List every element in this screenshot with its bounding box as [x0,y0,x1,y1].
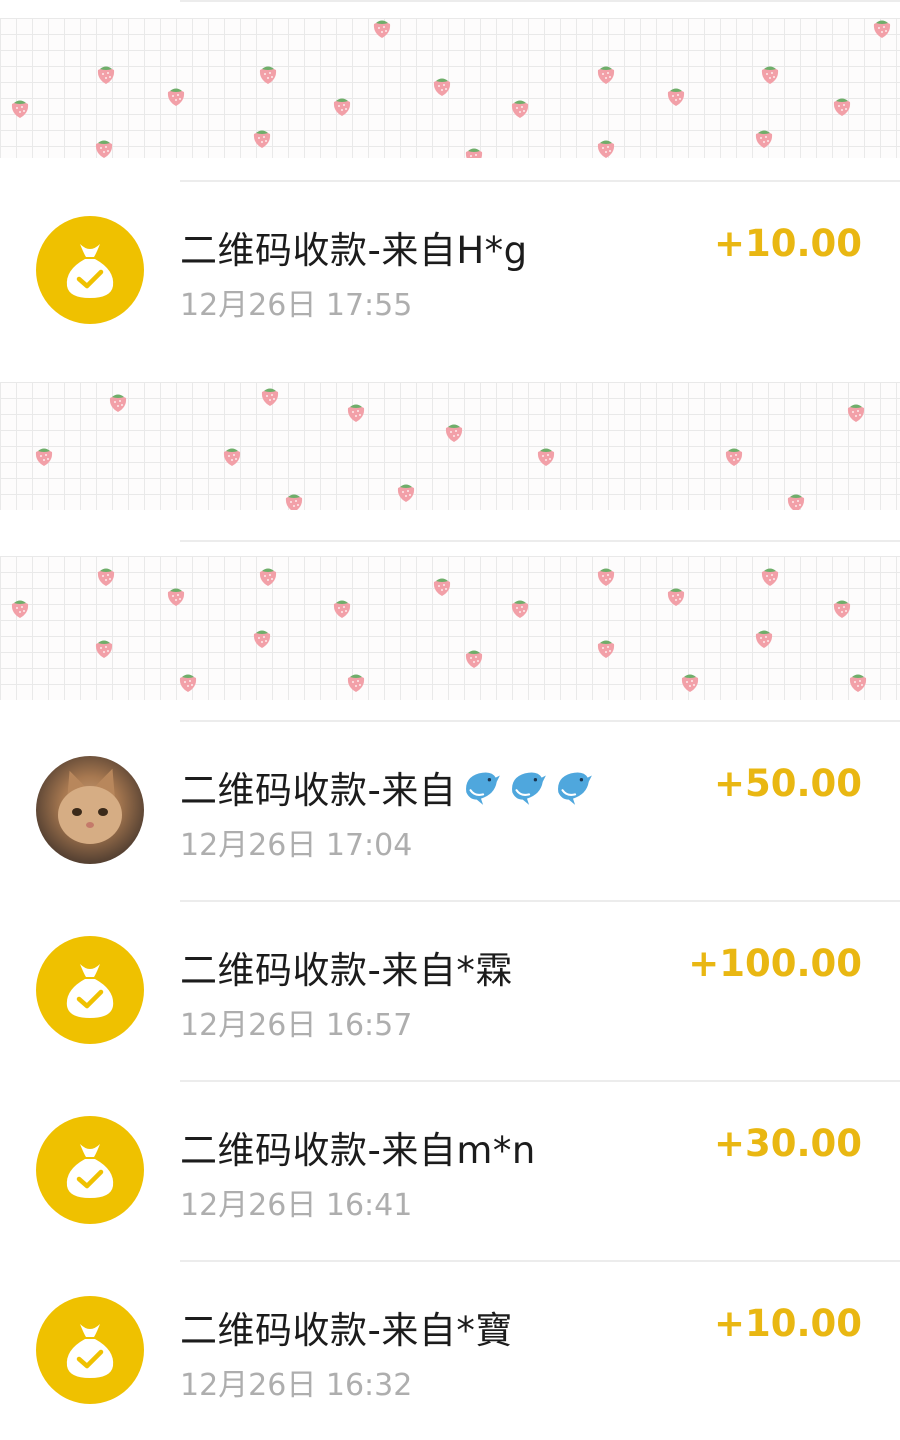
transaction-row[interactable]: 二维码收款-来自*霖 12月26日 16:57 +100.00 [0,900,900,1080]
transaction-title: 二维码收款-来自H*g [180,229,528,272]
transaction-row[interactable]: 二维码收款-来自m*n 12月26日 16:41 +30.00 [0,1080,900,1260]
money-bag-check-icon [36,1116,144,1224]
transaction-time: 12月26日 16:32 [180,1368,413,1403]
row-divider [180,1080,900,1082]
dolphin-icon [506,765,548,807]
transaction-amount: +30.00 [713,1122,862,1165]
transaction-title: 二维码收款-来自*霖 [180,949,513,992]
row-divider [180,900,900,902]
transaction-title: 二维码收款-来自*寶 [180,1309,513,1352]
transaction-list: 二维码收款-来自H*g 12月26日 17:55 +10.00 二维码收款-来自… [0,0,900,1440]
transaction-amount: +10.00 [713,222,862,265]
transaction-time: 12月26日 16:41 [180,1188,413,1223]
strawberry-pattern [11,568,867,692]
transaction-title-wrap: 二维码收款-来自 [180,760,594,814]
privacy-sticker-cover [0,382,900,510]
row-divider [180,0,900,2]
transaction-row[interactable]: 二维码收款-来自*寶 12月26日 16:32 +10.00 [0,1260,900,1440]
dolphin-icon [552,765,594,807]
transaction-time: 12月26日 16:57 [180,1008,413,1043]
row-divider [180,180,900,182]
transaction-title: 二维码收款-来自 [180,769,457,812]
strawberry-pattern [35,388,865,510]
money-bag-check-icon [36,216,144,324]
dolphin-icon [460,765,502,807]
transaction-amount: +100.00 [688,942,862,985]
row-divider [180,540,900,542]
transaction-title: 二维码收款-来自m*n [180,1129,536,1172]
transaction-row[interactable]: 二维码收款-来自 12月26日 17:04 +50.00 [0,720,900,900]
transaction-amount: +10.00 [713,1302,862,1345]
row-divider [180,1260,900,1262]
privacy-sticker-cover [0,556,900,700]
transaction-time: 12月26日 17:55 [180,288,413,323]
money-bag-check-icon [36,1296,144,1404]
privacy-sticker-cover [0,18,900,158]
row-divider [180,720,900,722]
money-bag-check-icon [36,936,144,1044]
transaction-amount: +50.00 [713,762,862,805]
transaction-time: 12月26日 17:04 [180,828,413,863]
transaction-row[interactable]: 二维码收款-来自H*g 12月26日 17:55 +10.00 [0,180,900,360]
cat-avatar [36,756,144,864]
strawberry-pattern [11,20,891,158]
